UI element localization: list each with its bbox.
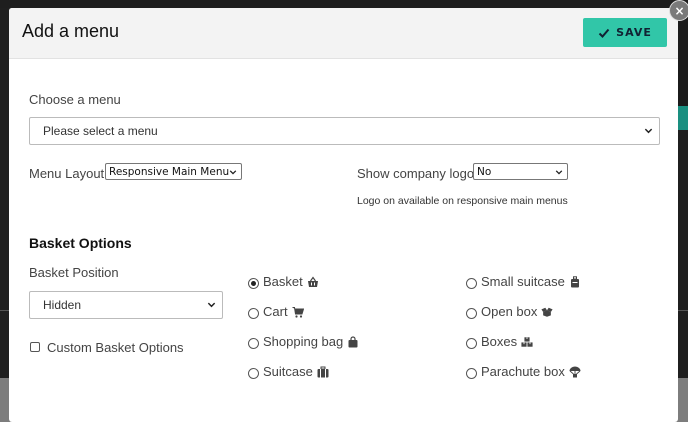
add-menu-modal: Add a menu SAVE Choose a menu Please sel… — [9, 8, 678, 422]
option-cart: Cart — [263, 304, 304, 319]
small-suitcase-icon — [570, 275, 579, 287]
open-box-icon — [541, 307, 553, 317]
option-suitcase-label: Suitcase — [263, 364, 313, 379]
chevron-down-icon — [644, 128, 653, 134]
custom-basket-label: Custom Basket Options — [47, 340, 184, 355]
basket-position-select[interactable]: Hidden — [29, 291, 223, 319]
radio-small-suitcase[interactable] — [466, 278, 477, 289]
option-cart-label: Cart — [263, 304, 288, 319]
company-logo-value: No — [477, 165, 492, 178]
parachute-box-icon — [569, 366, 581, 377]
modal-title: Add a menu — [22, 21, 120, 41]
cart-icon — [292, 306, 304, 318]
radio-parachute-box[interactable] — [466, 368, 477, 379]
option-open-box: Open box — [481, 304, 553, 319]
option-small-suitcase: Small suitcase — [481, 274, 581, 289]
background-top-bar — [0, 0, 688, 8]
option-basket: Basket — [263, 274, 319, 289]
save-button[interactable]: SAVE — [583, 18, 667, 47]
menu-select[interactable]: Please select a menu — [29, 117, 660, 145]
background-right-panel — [678, 8, 688, 106]
chevron-down-icon — [207, 302, 216, 308]
menu-layout-select[interactable]: Responsive Main Menu — [105, 163, 242, 180]
company-logo-note: Logo on available on responsive main men… — [357, 195, 568, 207]
menu-layout-label: Menu Layout — [29, 166, 105, 181]
boxes-icon — [521, 336, 533, 347]
option-shopping-bag: Shopping bag — [263, 334, 359, 349]
check-icon — [598, 28, 610, 38]
basket-position-value: Hidden — [43, 298, 82, 312]
radio-suitcase[interactable] — [248, 368, 259, 379]
option-small-suitcase-label: Small suitcase — [481, 274, 565, 289]
basket-options-title: Basket Options — [29, 235, 132, 251]
background-divider — [0, 310, 9, 311]
choose-menu-label: Choose a menu — [29, 92, 121, 107]
chevron-down-icon — [555, 170, 563, 175]
suitcase-icon — [317, 366, 329, 377]
close-icon: × — [674, 3, 685, 18]
custom-basket-checkbox[interactable] — [30, 342, 40, 352]
menu-layout-value: Responsive Main Menu — [109, 165, 230, 178]
option-parachute-box: Parachute box — [481, 364, 581, 379]
option-suitcase: Suitcase — [263, 364, 329, 379]
option-boxes-label: Boxes — [481, 334, 518, 349]
save-button-label: SAVE — [616, 26, 652, 39]
option-basket-label: Basket — [263, 274, 303, 289]
background-left-panel — [0, 8, 9, 378]
menu-select-value: Please select a menu — [43, 124, 158, 138]
basket-icon — [307, 275, 318, 287]
company-logo-select[interactable]: No — [473, 163, 568, 180]
background-accent-strip — [678, 106, 688, 130]
option-boxes: Boxes — [481, 334, 533, 349]
background-divider-right — [678, 310, 688, 311]
radio-cart[interactable] — [248, 308, 259, 319]
modal-header: Add a menu SAVE — [9, 8, 678, 59]
company-logo-label: Show company logo — [357, 166, 475, 181]
chevron-down-icon — [229, 170, 237, 175]
option-open-box-label: Open box — [481, 304, 538, 319]
background-right-lower — [678, 130, 688, 380]
basket-position-label: Basket Position — [29, 265, 119, 280]
radio-boxes[interactable] — [466, 338, 477, 349]
option-shopping-bag-label: Shopping bag — [263, 334, 344, 349]
shopping-bag-icon — [348, 335, 358, 347]
radio-shopping-bag[interactable] — [248, 338, 259, 349]
option-parachute-box-label: Parachute box — [481, 364, 565, 379]
radio-open-box[interactable] — [466, 308, 477, 319]
close-modal-button[interactable]: × — [669, 0, 688, 21]
radio-basket[interactable] — [248, 278, 259, 289]
